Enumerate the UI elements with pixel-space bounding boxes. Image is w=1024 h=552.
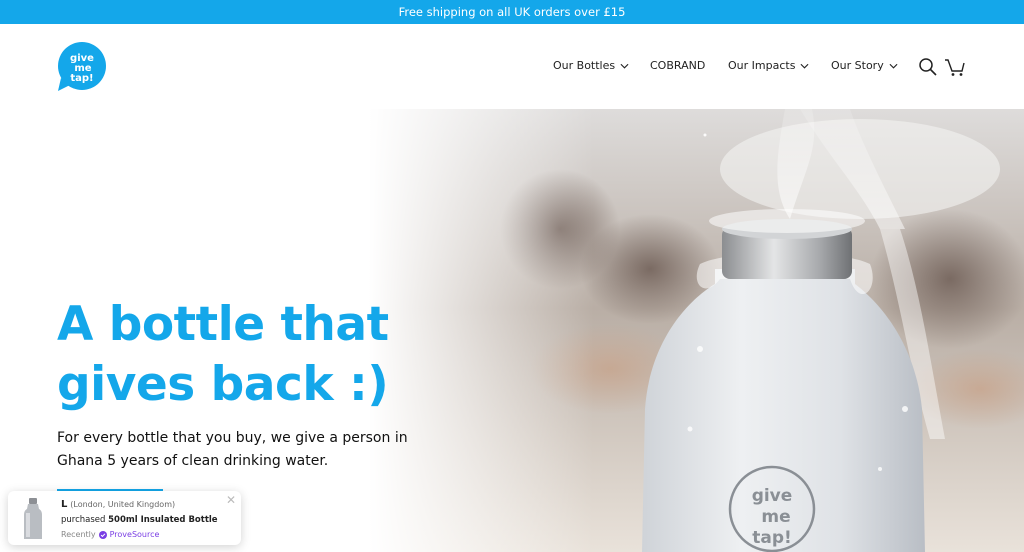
nav-our-story[interactable]: Our Story (831, 59, 898, 72)
nav-our-story-label: Our Story (831, 59, 884, 72)
hero-headline: A bottle that gives back :) (57, 295, 477, 415)
customer-name: L (61, 499, 68, 510)
nav-cobrand-label: COBRAND (650, 59, 706, 72)
purchase-notification[interactable]: ✕ L (London, United Kingdom) purchased 5… (8, 491, 241, 545)
announcement-text: Free shipping on all UK orders over £15 (398, 5, 626, 19)
bottle-thumbnail-icon (24, 498, 42, 539)
site-header: give me tap! Our Bottles COBRAND Our Imp… (0, 24, 1024, 109)
chevron-down-icon (889, 63, 898, 69)
announcement-bar: Free shipping on all UK orders over £15 (0, 0, 1024, 24)
chevron-down-icon (800, 63, 809, 69)
chevron-down-icon (620, 63, 629, 69)
hero-section: give me tap! A bottle that gives back :)… (0, 109, 1024, 552)
nav-our-impacts[interactable]: Our Impacts (728, 59, 809, 72)
notification-time: Recently (61, 530, 96, 539)
main-nav: Our Bottles COBRAND Our Impacts Our Stor… (0, 24, 1024, 109)
notification-customer: L (London, United Kingdom) (61, 499, 175, 510)
hero-headline-line-2: gives back :) (57, 357, 389, 412)
bottle-label-line-2: me (761, 507, 790, 527)
bottle-label-line-1: give (752, 486, 793, 506)
cart-button[interactable] (944, 57, 965, 77)
hero-headline-line-1: A bottle that (57, 297, 389, 352)
notification-purchase: purchased 500ml Insulated Bottle (61, 515, 218, 525)
purchase-action: purchased (61, 515, 106, 525)
provider-name[interactable]: ProveSource (110, 530, 160, 539)
purchased-product: 500ml Insulated Bottle (108, 515, 218, 525)
cart-icon (945, 59, 965, 76)
close-icon[interactable]: ✕ (225, 494, 237, 506)
search-icon (919, 58, 937, 76)
hero-subtext: For every bottle that you buy, we give a… (57, 430, 408, 469)
customer-location: (London, United Kingdom) (70, 500, 176, 509)
nav-our-impacts-label: Our Impacts (728, 59, 796, 72)
verified-badge-icon (98, 530, 107, 539)
bottle-label-line-3: tap! (752, 528, 792, 548)
notification-meta: Recently ProveSource (61, 530, 159, 539)
nav-our-bottles[interactable]: Our Bottles (553, 59, 629, 72)
search-button[interactable] (918, 57, 938, 77)
nav-our-bottles-label: Our Bottles (553, 59, 616, 72)
nav-cobrand[interactable]: COBRAND (650, 59, 705, 72)
